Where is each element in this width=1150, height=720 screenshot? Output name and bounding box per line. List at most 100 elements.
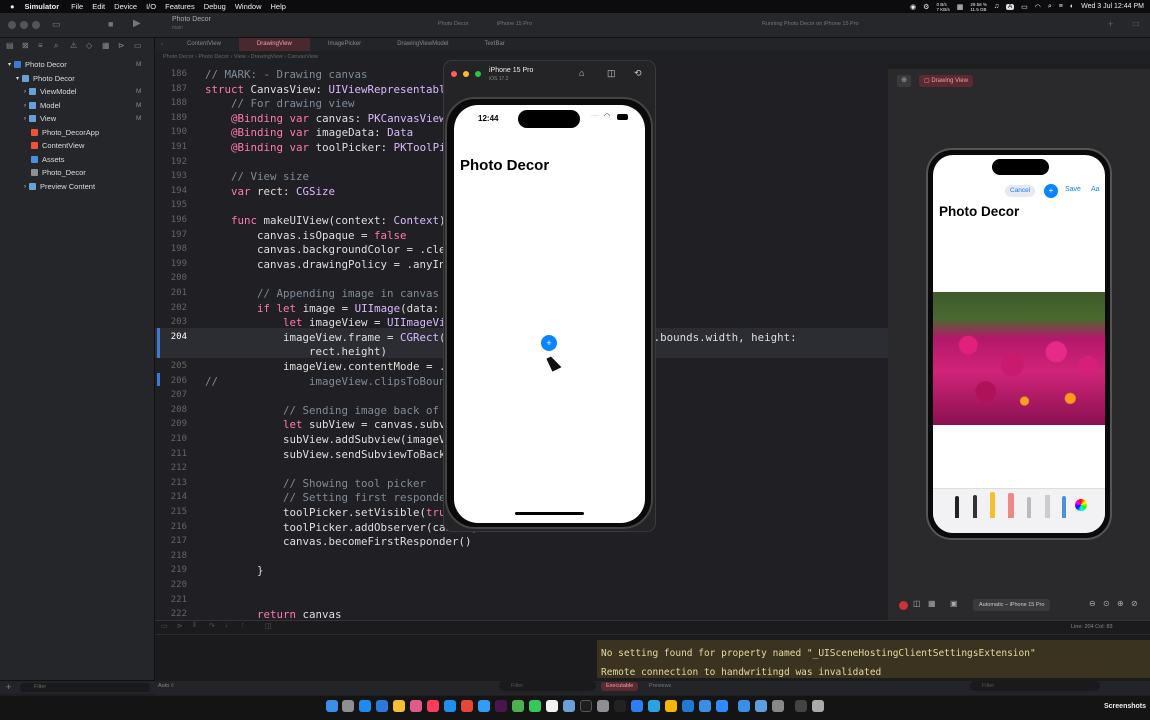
maps-icon[interactable] xyxy=(512,700,524,712)
slack-icon[interactable] xyxy=(495,700,507,712)
menu-edit[interactable]: Edit xyxy=(92,2,105,11)
step-in-icon[interactable]: ↓ xyxy=(225,622,229,629)
home-icon[interactable]: ⌂ xyxy=(579,68,584,78)
downloads-icon[interactable] xyxy=(738,700,750,712)
siri-icon[interactable]: ◐ xyxy=(1070,3,1074,10)
nav-item-assets[interactable]: Assets xyxy=(31,155,65,164)
apple-menu-icon[interactable]: ● xyxy=(10,2,15,11)
stop-icon[interactable]: ■ xyxy=(108,19,113,29)
tab-drawingviewmodel[interactable]: DrawingViewModel xyxy=(379,38,466,51)
view-hierarchy-icon[interactable]: ◫ xyxy=(265,622,272,630)
menu-help[interactable]: Help xyxy=(271,2,286,11)
tab-drawingview[interactable]: DrawingView xyxy=(238,38,310,51)
selectable-icon[interactable]: ◫ xyxy=(913,599,921,608)
control-center-icon[interactable]: ≡ xyxy=(1059,3,1063,10)
menu-io[interactable]: I/O xyxy=(146,2,156,11)
menu-clock[interactable]: Wed 3 Jul 12:44 PM xyxy=(1081,3,1144,10)
nav-group[interactable]: ▾ Photo Decor xyxy=(16,74,75,83)
figma-icon[interactable] xyxy=(580,700,592,712)
menu-file[interactable]: File xyxy=(71,2,83,11)
minimize-window-dot[interactable] xyxy=(20,21,28,29)
variants-icon[interactable]: ▦ xyxy=(928,599,936,608)
eraser-tool-icon[interactable] xyxy=(1008,493,1014,518)
preview-label[interactable]: ▢ Drawing View xyxy=(919,75,973,87)
navigator-tests-icon[interactable]: ◇ xyxy=(86,41,92,50)
code-line[interactable]: var rect: CGSize xyxy=(205,185,335,198)
project-name[interactable]: Photo Decor xyxy=(172,16,211,23)
navigator-search-icon[interactable]: ⌕ xyxy=(54,41,58,51)
notes-icon[interactable] xyxy=(393,700,405,712)
sketch-icon[interactable] xyxy=(665,700,677,712)
zoom-icon[interactable] xyxy=(716,700,728,712)
code-line[interactable]: // Showing tool picker xyxy=(205,477,426,490)
vscode-icon[interactable] xyxy=(682,700,694,712)
breakpoints-toggle-icon[interactable]: ⊳ xyxy=(177,622,183,630)
fountain-pen-icon[interactable] xyxy=(1062,496,1066,518)
console-filter-input[interactable]: Filter xyxy=(970,681,1100,691)
rotate-icon[interactable]: ⟲ xyxy=(634,68,642,79)
xcode-icon[interactable] xyxy=(376,700,388,712)
run-icon[interactable]: ▶ xyxy=(133,18,141,29)
device-selector[interactable]: Automatic – iPhone 15 Pro xyxy=(973,599,1051,611)
navigator-source-icon[interactable]: ⊠ xyxy=(22,41,29,50)
tab-textbar[interactable]: TextBar xyxy=(466,38,522,51)
add-image-button[interactable]: + xyxy=(541,335,557,351)
pause-icon[interactable]: ‖ xyxy=(193,622,196,629)
sim-zoom-dot[interactable] xyxy=(475,71,481,77)
code-line[interactable]: subView.addSubview(imageView) xyxy=(205,433,472,446)
nav-item-viewmodel[interactable]: › ViewModel M xyxy=(24,87,141,96)
mail-icon[interactable] xyxy=(478,700,490,712)
code-line[interactable]: struct CanvasView: UIViewRepresentable { xyxy=(205,83,465,96)
nav-item-preview-content[interactable]: › Preview Content xyxy=(24,182,95,191)
filter-input[interactable]: Filter xyxy=(20,683,150,692)
app-store-icon[interactable] xyxy=(359,700,371,712)
cpu-icon[interactable]: ▦ xyxy=(957,3,964,11)
code-line[interactable]: // View size xyxy=(205,170,309,183)
code-line[interactable]: // Appending image in canvas xyxy=(205,287,439,300)
executable-selector[interactable]: Executable xyxy=(601,682,639,691)
battery-icon[interactable]: ▭ xyxy=(1021,3,1028,11)
tab-imagepicker[interactable]: ImagePicker xyxy=(310,38,379,51)
code-line[interactable]: } xyxy=(205,564,264,577)
safari-icon[interactable] xyxy=(444,700,456,712)
code-line[interactable]: toolPicker.addObserver(canvas) xyxy=(205,521,478,534)
sim-minimize-dot[interactable] xyxy=(463,71,469,77)
code-line[interactable]: @Binding var imageData: Data xyxy=(205,126,413,139)
zoom-in-icon[interactable]: ⊕ xyxy=(1117,599,1124,608)
navigator-debug-icon[interactable]: ▦ xyxy=(102,41,110,50)
code-line[interactable]: canvas.isOpaque = false xyxy=(205,229,407,242)
step-out-icon[interactable]: ↑ xyxy=(241,622,245,629)
calendar-icon[interactable] xyxy=(546,700,558,712)
preview-app-icon[interactable] xyxy=(563,700,575,712)
tool-picker[interactable] xyxy=(933,488,1105,533)
launchpad-icon[interactable] xyxy=(342,700,354,712)
code-line[interactable]: // For drawing view xyxy=(205,97,355,110)
tab-contentview[interactable]: ContentView xyxy=(169,38,239,51)
step-over-icon[interactable]: ↷ xyxy=(209,622,215,630)
ruler-tool-icon[interactable] xyxy=(1045,495,1050,518)
zoom-actual-icon[interactable]: ⊙ xyxy=(1103,599,1110,608)
text-style-button[interactable]: Aa xyxy=(1091,186,1100,193)
code-line[interactable]: canvas.drawingPolicy = .anyInput xyxy=(205,258,465,271)
headphones-icon[interactable]: ♫ xyxy=(994,3,999,10)
nav-item-photo-decor[interactable]: Photo_Decor xyxy=(31,168,86,177)
tab-back-icon[interactable]: ‹ xyxy=(155,42,169,48)
messages-icon[interactable] xyxy=(529,700,541,712)
telegram-icon[interactable] xyxy=(648,700,660,712)
nav-item-photo-decorapp[interactable]: Photo_DecorApp xyxy=(31,128,99,137)
nav-item-model[interactable]: › Model M xyxy=(24,101,141,110)
settings-icon[interactable] xyxy=(597,700,609,712)
menu-debug[interactable]: Debug xyxy=(204,2,226,11)
nav-root[interactable]: ▾ Photo Decor M xyxy=(8,60,141,69)
folder-icon[interactable] xyxy=(755,700,767,712)
finder-icon[interactable] xyxy=(326,700,338,712)
code-line[interactable]: @Binding var toolPicker: PKToolPicker xyxy=(205,141,472,154)
menu-features[interactable]: Features xyxy=(165,2,195,11)
simulator-screen[interactable]: 12:44 ···· ◠ Photo Decor + xyxy=(454,105,645,523)
device-settings-icon[interactable]: ▣ xyxy=(950,599,958,608)
add-text-button[interactable]: + xyxy=(1044,184,1058,198)
gear-icon[interactable]: ⚙ xyxy=(923,3,929,11)
terminal-icon[interactable] xyxy=(614,700,626,712)
zoom-out-icon[interactable]: ⊖ xyxy=(1089,599,1096,608)
navigator-symbols-icon[interactable]: ≡ xyxy=(38,41,43,50)
